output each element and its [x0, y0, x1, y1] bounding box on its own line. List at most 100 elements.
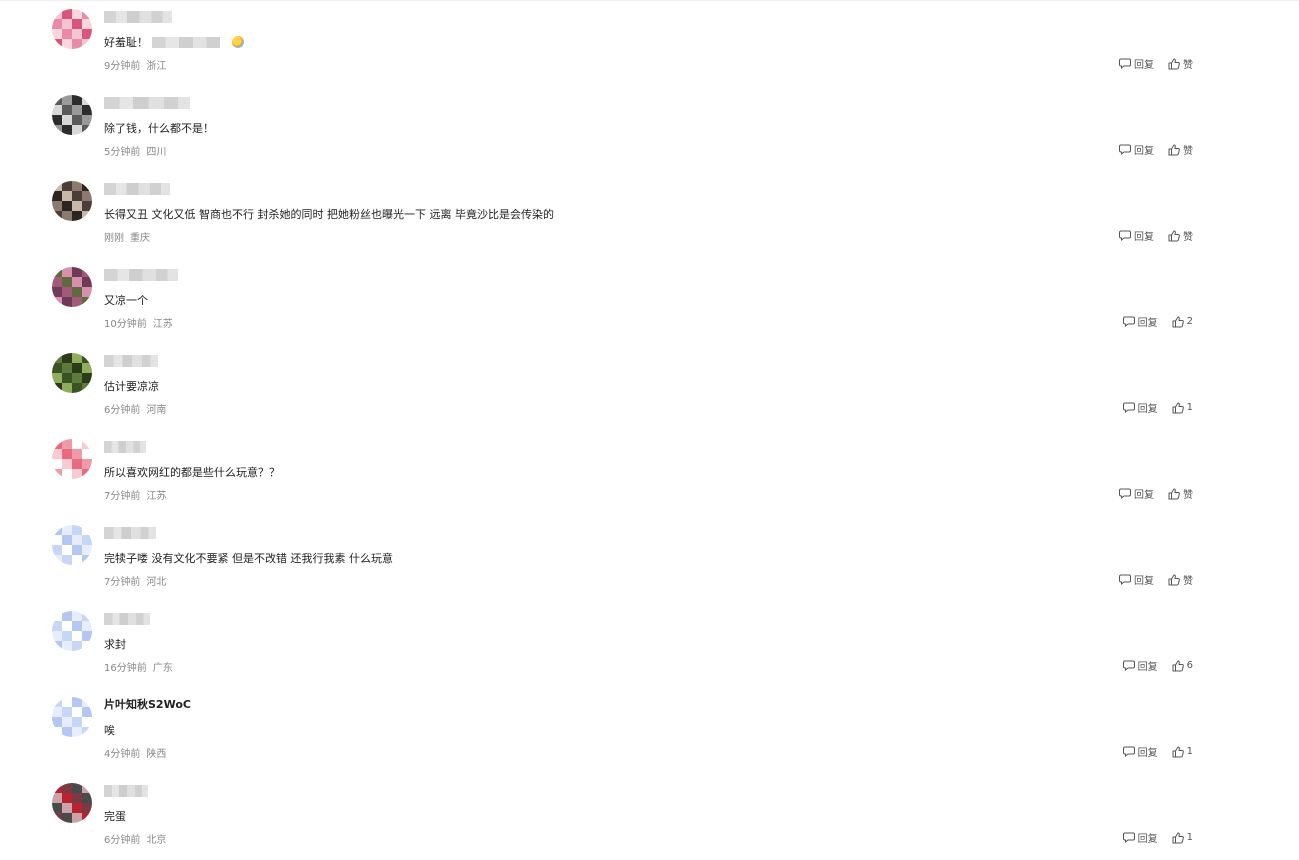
- avatar[interactable]: [52, 9, 92, 49]
- comment-meta: 6分钟前 河南: [104, 401, 166, 416]
- username-blurred[interactable]: [104, 11, 172, 23]
- reply-button[interactable]: 回复: [1122, 830, 1158, 845]
- comment-location: 河北: [146, 577, 167, 588]
- reply-label: 回复: [1134, 576, 1154, 587]
- like-button[interactable]: 6: [1172, 660, 1193, 672]
- thumbs-up-icon: [1168, 58, 1183, 70]
- like-button[interactable]: 赞: [1168, 56, 1193, 71]
- comment-location: 江苏: [146, 491, 167, 502]
- thumbs-up-icon: [1172, 746, 1187, 758]
- like-button[interactable]: 2: [1172, 316, 1193, 328]
- like-count: 赞: [1183, 232, 1193, 243]
- like-count: 1: [1186, 832, 1193, 843]
- comment-actions: 回复 6: [1122, 658, 1193, 673]
- comment-icon: [1122, 402, 1138, 413]
- comment-location: 江苏: [152, 319, 173, 330]
- comment-meta: 刚刚 重庆: [104, 229, 150, 244]
- comment-actions: 回复 赞: [1119, 572, 1193, 587]
- username-blurred[interactable]: [104, 97, 190, 109]
- avatar[interactable]: [52, 267, 92, 307]
- comment-content: 又凉一个: [104, 292, 148, 308]
- reply-label: 回复: [1134, 146, 1154, 157]
- reply-button[interactable]: 回复: [1119, 56, 1154, 71]
- comment-time: 7分钟前: [104, 491, 141, 502]
- like-button[interactable]: 1: [1172, 402, 1193, 414]
- comment-content: 求封: [104, 636, 126, 652]
- reply-label: 回复: [1137, 662, 1158, 673]
- comment-item: 所以喜欢网红的都是些什么玩意？？ 7分钟前 江苏 回复 赞: [0, 430, 1299, 516]
- comment-icon: [1119, 488, 1134, 499]
- thumbs-up-icon: [1168, 144, 1183, 156]
- comment-content: 所以喜欢网红的都是些什么玩意？？: [104, 464, 280, 480]
- emoji-icon: [232, 36, 244, 48]
- comment-item: 又凉一个 10分钟前 江苏 回复 2: [0, 258, 1299, 344]
- reply-button[interactable]: 回复: [1122, 658, 1158, 673]
- avatar[interactable]: [52, 439, 92, 479]
- comment-text: 唉: [104, 724, 115, 737]
- comment-location: 四川: [146, 147, 167, 158]
- comment-actions: 回复 赞: [1119, 56, 1193, 71]
- comment-time: 刚刚: [104, 233, 124, 244]
- username-blurred[interactable]: [104, 183, 170, 195]
- comment-meta: 6分钟前 北京: [104, 831, 166, 846]
- username-blurred[interactable]: [104, 269, 178, 281]
- avatar[interactable]: [52, 353, 92, 393]
- comment-location: 河南: [146, 405, 167, 416]
- username-blurred[interactable]: [104, 527, 156, 539]
- comment-content: 除了钱，什么都不是！: [104, 120, 214, 136]
- comment-text: 长得又丑 文化又低 智商也不行 封杀她的同时 把她粉丝也曝光一下 远离 毕竟沙比…: [104, 208, 554, 221]
- like-button[interactable]: 1: [1172, 746, 1193, 758]
- comment-text: 又凉一个: [104, 294, 148, 307]
- like-count: 6: [1186, 660, 1193, 671]
- comment-content: 好羞耻！: [104, 34, 244, 50]
- reply-button[interactable]: 回复: [1122, 744, 1158, 759]
- username-blurred[interactable]: [104, 355, 158, 367]
- comment-time: 9分钟前: [104, 61, 141, 72]
- comment-content: 完蛋: [104, 808, 126, 824]
- comment-content: 完犊子喽 没有文化不要紧 但是不改错 还我行我素 什么玩意: [104, 550, 393, 566]
- username[interactable]: 片叶知秋S2WoC: [104, 696, 191, 712]
- like-button[interactable]: 赞: [1168, 142, 1193, 157]
- comment-icon: [1119, 574, 1134, 585]
- comment-icon: [1122, 316, 1138, 327]
- comment-meta: 9分钟前 浙江: [104, 57, 166, 72]
- comment-text: 完犊子喽 没有文化不要紧 但是不改错 还我行我素 什么玩意: [104, 552, 393, 565]
- thumbs-up-icon: [1168, 574, 1183, 586]
- thumbs-up-icon: [1172, 660, 1187, 672]
- thumbs-up-icon: [1168, 488, 1183, 500]
- reply-button[interactable]: 回复: [1122, 314, 1158, 329]
- reply-button[interactable]: 回复: [1119, 228, 1154, 243]
- username-blurred[interactable]: [104, 441, 146, 453]
- like-button[interactable]: 赞: [1168, 486, 1193, 501]
- comment-meta: 16分钟前 广东: [104, 659, 173, 674]
- like-button[interactable]: 赞: [1168, 228, 1193, 243]
- like-button[interactable]: 赞: [1168, 572, 1193, 587]
- thumbs-up-icon: [1168, 230, 1183, 242]
- like-count: 赞: [1183, 490, 1193, 501]
- comment-icon: [1119, 58, 1134, 69]
- avatar[interactable]: [52, 697, 92, 737]
- username-blurred[interactable]: [104, 785, 148, 797]
- comment-item: 求封 16分钟前 广东 回复 6: [0, 602, 1299, 688]
- comment-time: 6分钟前: [104, 835, 141, 846]
- reply-button[interactable]: 回复: [1122, 400, 1158, 415]
- reply-button[interactable]: 回复: [1119, 486, 1154, 501]
- reply-button[interactable]: 回复: [1119, 142, 1154, 157]
- like-count: 1: [1186, 746, 1193, 757]
- avatar[interactable]: [52, 783, 92, 823]
- comment-icon: [1122, 660, 1138, 671]
- like-button[interactable]: 1: [1172, 832, 1193, 844]
- like-count: 赞: [1183, 576, 1193, 587]
- avatar[interactable]: [52, 611, 92, 651]
- reply-button[interactable]: 回复: [1119, 572, 1154, 587]
- comment-icon: [1122, 832, 1138, 843]
- username-blurred[interactable]: [104, 613, 150, 625]
- comment-text: 完蛋: [104, 810, 126, 823]
- comment-time: 16分钟前: [104, 663, 147, 674]
- avatar[interactable]: [52, 525, 92, 565]
- reply-label: 回复: [1137, 748, 1158, 759]
- comment-location: 浙江: [146, 61, 167, 72]
- avatar[interactable]: [52, 181, 92, 221]
- avatar[interactable]: [52, 95, 92, 135]
- comment-time: 4分钟前: [104, 749, 141, 760]
